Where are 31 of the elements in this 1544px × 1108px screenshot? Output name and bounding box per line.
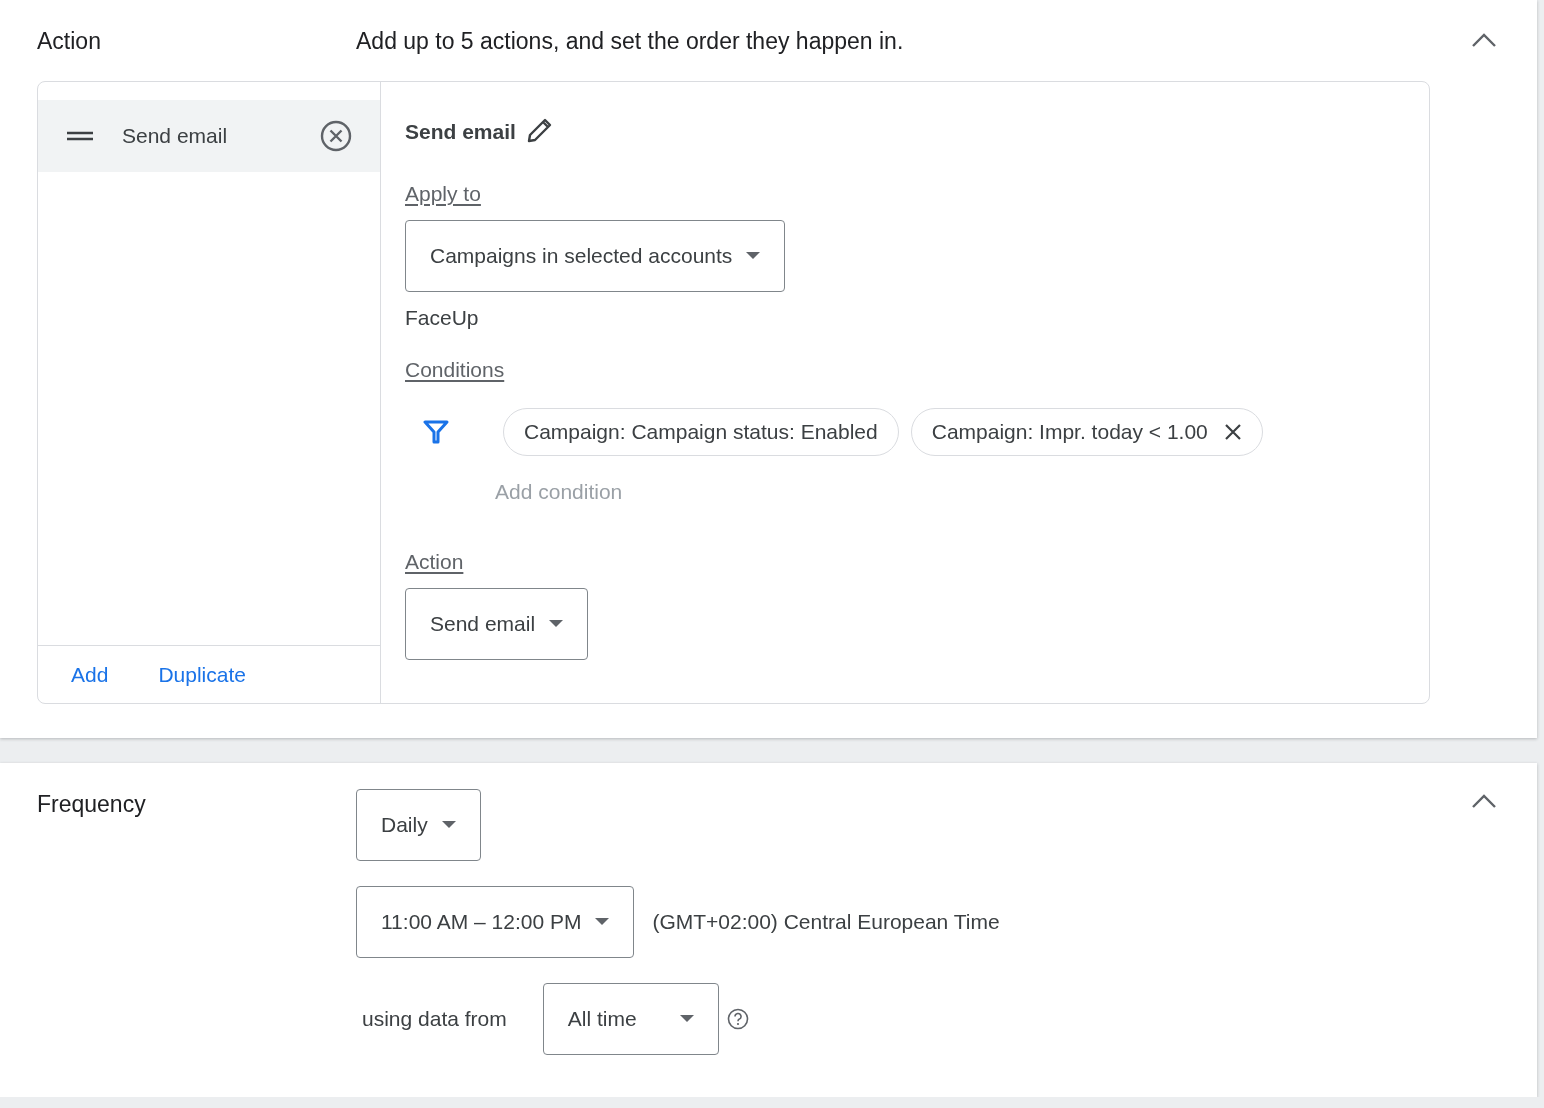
caret-down-icon xyxy=(679,1015,694,1023)
pencil-icon[interactable] xyxy=(525,116,554,144)
close-icon[interactable] xyxy=(1223,423,1242,441)
action-link[interactable]: Duplicate xyxy=(158,662,246,687)
apply-to-label[interactable]: Apply to xyxy=(405,182,481,206)
section-title: Frequency xyxy=(37,790,147,818)
caret-down-icon xyxy=(746,252,761,260)
action-label[interactable]: Action xyxy=(405,550,464,574)
remove-circle-icon[interactable] xyxy=(320,120,352,152)
timezone-label: (GMT+02:00) Central European Time xyxy=(652,910,1000,934)
apply-to-dropdown[interactable]: Campaigns in selected accounts xyxy=(405,220,786,292)
time-range-dropdown[interactable]: 11:00 AM – 12:00 PM xyxy=(356,886,635,958)
data-range-label: using data from xyxy=(362,1007,507,1031)
action-link[interactable]: Add xyxy=(71,662,109,687)
filter-icon[interactable] xyxy=(423,419,449,445)
caret-down-icon xyxy=(441,821,456,829)
data-range-dropdown[interactable]: All time xyxy=(542,983,719,1055)
chevron-up-icon[interactable] xyxy=(1471,793,1497,809)
chevron-up-icon[interactable] xyxy=(1471,32,1497,48)
account-name: FaceUp xyxy=(405,306,480,330)
action-dropdown[interactable]: Send email xyxy=(405,588,589,660)
caret-down-icon xyxy=(595,918,610,926)
section-description: Add up to 5 actions, and set the order they happen in. xyxy=(356,28,904,55)
conditions-label[interactable]: Conditions xyxy=(405,358,505,382)
help-icon[interactable] xyxy=(726,1008,749,1030)
caret-down-icon xyxy=(549,620,564,628)
drag-handle-icon[interactable] xyxy=(67,131,93,141)
action-list-item[interactable]: Send email xyxy=(38,100,380,172)
action-name: Send email xyxy=(405,120,516,144)
frequency-dropdown[interactable]: Daily xyxy=(356,789,481,861)
section-title: Action xyxy=(37,28,102,55)
